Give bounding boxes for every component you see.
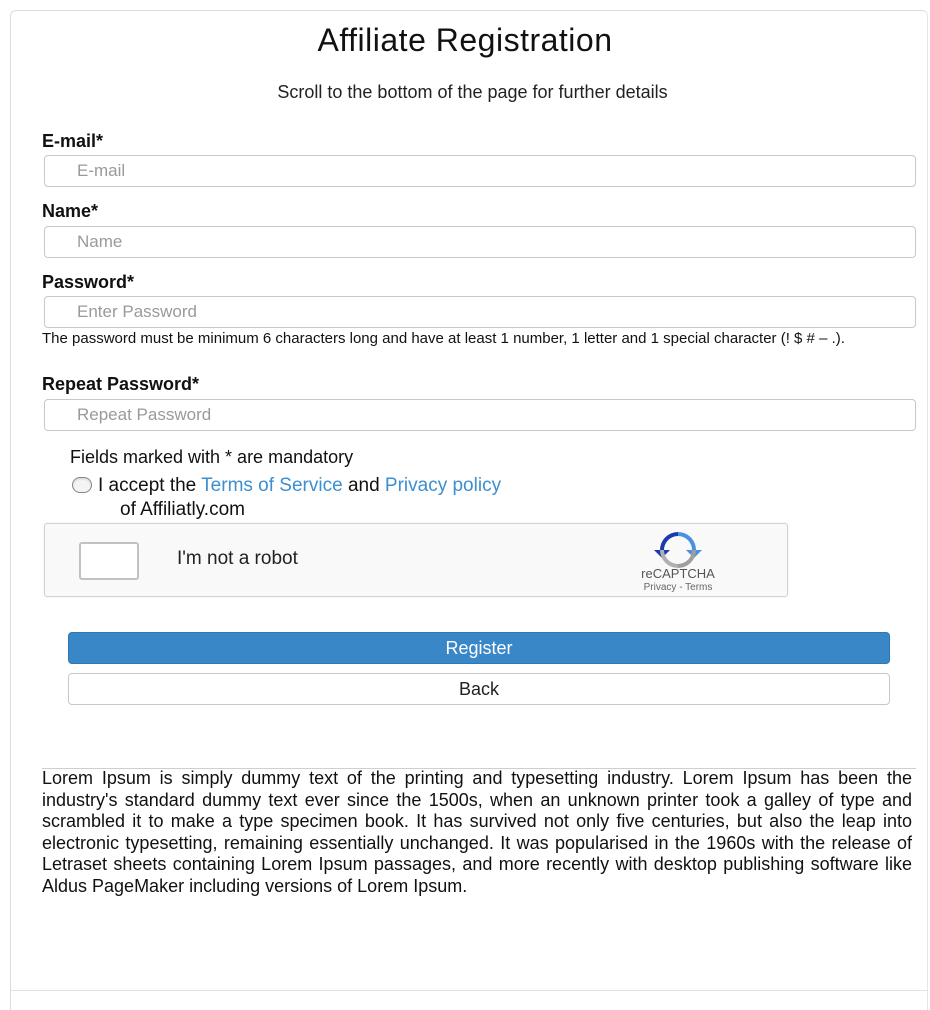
back-button[interactable]: Back [68,673,890,705]
email-field[interactable] [44,155,916,187]
terms-of-service-link[interactable]: Terms of Service [201,475,342,496]
terms-checkbox[interactable] [72,477,92,493]
password-label: Password* [42,272,135,292]
repeat-password-field[interactable] [44,399,916,431]
page-title: Affiliate Registration [317,22,613,58]
name-label: Name* [42,201,99,221]
terms-prefix: I accept the [98,475,197,496]
name-field[interactable] [44,226,916,258]
recaptcha-widget: I'm not a robot reCAPTCHA Privacy - Term… [44,523,788,597]
captcha-brand: reCAPTCHA [641,566,715,581]
email-label: E-mail* [42,131,104,151]
captcha-label: I'm not a robot [177,548,298,569]
captcha-checkbox[interactable] [79,542,139,580]
terms-and: and [347,475,380,496]
privacy-policy-link[interactable]: Privacy policy [385,475,501,496]
recaptcha-logo-icon [654,532,702,568]
info-paragraph: Lorem Ipsum is simply dummy text of the … [42,768,912,896]
password-hint: The password must be minimum 6 character… [42,330,845,347]
terms-suffix: of Affiliatly.com [120,499,245,520]
captcha-links[interactable]: Privacy - Terms [623,582,733,593]
repeat-password-label: Repeat Password* [42,374,200,394]
register-button[interactable]: Register [68,632,890,664]
page-subtitle: Scroll to the bottom of the page for fur… [277,82,668,102]
bottom-divider [10,990,928,991]
password-field[interactable] [44,296,916,328]
mandatory-note: Fields marked with * are mandatory [70,447,354,467]
terms-agreement: I accept the Terms of Service and Privac… [72,474,872,522]
